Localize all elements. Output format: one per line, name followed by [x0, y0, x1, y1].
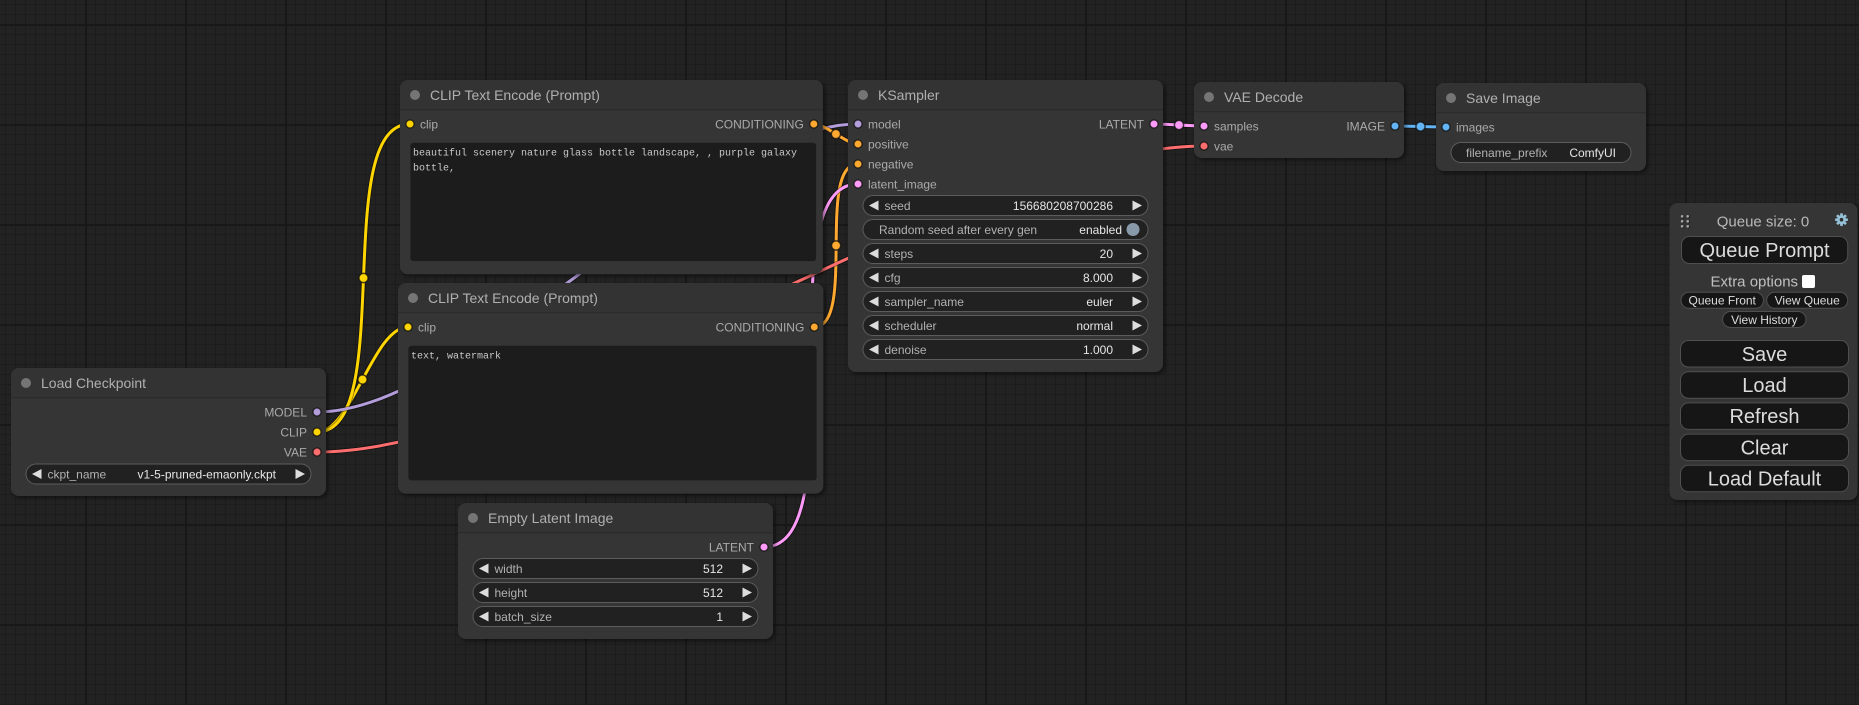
svg-text:View Queue: View Queue — [1775, 294, 1840, 308]
svg-text:Save: Save — [1742, 344, 1788, 366]
svg-text:filename_prefix: filename_prefix — [1466, 146, 1547, 160]
svg-text:normal: normal — [1076, 319, 1113, 333]
svg-text:MODEL: MODEL — [264, 406, 307, 420]
svg-text:LATENT: LATENT — [709, 541, 755, 555]
svg-text:Clear: Clear — [1741, 438, 1789, 460]
svg-text:CONDITIONING: CONDITIONING — [716, 321, 805, 335]
svg-text:ckpt_name: ckpt_name — [48, 468, 107, 482]
svg-text:512: 512 — [703, 586, 723, 600]
svg-text:height: height — [495, 586, 528, 600]
svg-text:Load Default: Load Default — [1708, 469, 1822, 491]
svg-text:CLIP: CLIP — [280, 426, 307, 440]
svg-text:sampler_name: sampler_name — [885, 295, 965, 309]
svg-text:Extra options: Extra options — [1711, 273, 1799, 290]
svg-text:20: 20 — [1100, 247, 1114, 261]
svg-text:Save Image: Save Image — [1466, 90, 1541, 106]
svg-text:model: model — [868, 118, 901, 132]
svg-text:IMAGE: IMAGE — [1346, 120, 1385, 134]
svg-text:v1-5-pruned-emaonly.ckpt: v1-5-pruned-emaonly.ckpt — [137, 468, 276, 482]
svg-text:clip: clip — [418, 321, 436, 335]
svg-text:LATENT: LATENT — [1099, 118, 1145, 132]
svg-text:bottle,: bottle, — [413, 163, 455, 175]
svg-text:Queue Prompt: Queue Prompt — [1700, 240, 1831, 262]
svg-text:512: 512 — [703, 562, 723, 576]
svg-text:View History: View History — [1731, 313, 1797, 327]
svg-text:Load: Load — [1742, 375, 1787, 397]
svg-text:vae: vae — [1214, 140, 1234, 154]
svg-text:8.000: 8.000 — [1083, 271, 1113, 285]
svg-text:batch_size: batch_size — [495, 610, 553, 624]
svg-text:beautiful scenery nature glass: beautiful scenery nature glass bottle la… — [413, 148, 797, 160]
svg-text:Refresh: Refresh — [1729, 406, 1799, 428]
svg-text:Load Checkpoint: Load Checkpoint — [41, 375, 146, 391]
svg-text:images: images — [1456, 121, 1495, 135]
svg-text:scheduler: scheduler — [885, 319, 937, 333]
svg-text:samples: samples — [1214, 120, 1259, 134]
svg-text:positive: positive — [868, 138, 909, 152]
svg-text:1: 1 — [716, 610, 723, 624]
svg-text:seed: seed — [885, 199, 911, 213]
svg-text:denoise: denoise — [885, 343, 927, 357]
svg-text:Empty Latent Image: Empty Latent Image — [488, 510, 614, 526]
svg-text:CLIP Text Encode (Prompt): CLIP Text Encode (Prompt) — [428, 290, 598, 306]
svg-text:VAE Decode: VAE Decode — [1224, 89, 1303, 105]
svg-text:Random seed after every gen: Random seed after every gen — [879, 223, 1037, 237]
svg-text:enabled: enabled — [1079, 223, 1122, 237]
svg-text:steps: steps — [885, 247, 914, 261]
svg-text:width: width — [494, 562, 523, 576]
svg-text:Queue Front: Queue Front — [1689, 294, 1757, 308]
svg-text:CLIP Text Encode (Prompt): CLIP Text Encode (Prompt) — [430, 87, 600, 103]
svg-text:CONDITIONING: CONDITIONING — [715, 118, 804, 132]
svg-text:ComfyUI: ComfyUI — [1569, 146, 1616, 160]
svg-text:text, watermark: text, watermark — [411, 351, 501, 363]
svg-text:cfg: cfg — [885, 271, 901, 285]
svg-text:VAE: VAE — [284, 446, 307, 460]
svg-text:Queue size: 0: Queue size: 0 — [1717, 214, 1810, 231]
svg-text:clip: clip — [420, 118, 438, 132]
svg-text:latent_image: latent_image — [868, 178, 937, 192]
svg-text:156680208700286: 156680208700286 — [1013, 199, 1113, 213]
svg-text:negative: negative — [868, 158, 914, 172]
svg-text:euler: euler — [1086, 295, 1113, 309]
svg-text:KSampler: KSampler — [878, 87, 940, 103]
svg-text:1.000: 1.000 — [1083, 343, 1113, 357]
